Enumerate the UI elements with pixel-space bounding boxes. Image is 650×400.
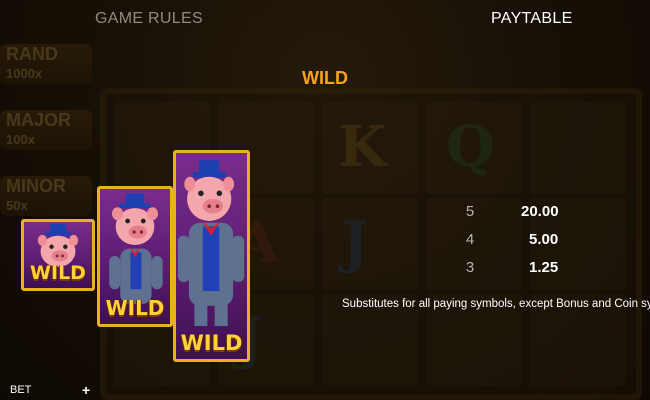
footer-bar: BET +	[0, 382, 650, 400]
pig-wild-large-icon	[177, 160, 245, 327]
pay-value: 1.25	[529, 259, 559, 276]
pay-count: 3	[465, 259, 475, 276]
wild-symbol-medium: WILD	[97, 186, 173, 327]
wild-symbol-large: WILD	[173, 150, 250, 362]
tab-game-rules[interactable]: GAME RULES	[95, 10, 203, 28]
wild-label: WILD	[180, 331, 243, 355]
section-title: WILD	[302, 68, 348, 88]
tab-paytable[interactable]: PAYTABLE	[491, 10, 573, 28]
pay-value: 20.00	[521, 203, 559, 220]
plus-icon[interactable]: +	[82, 382, 90, 398]
bet-label: BET	[10, 384, 32, 396]
wild-symbol-small: WILD	[21, 219, 95, 291]
pay-count: 4	[465, 231, 475, 248]
wild-label: WILD	[30, 262, 86, 284]
pay-value: 5.00	[529, 231, 559, 248]
pay-count: 5	[465, 203, 475, 220]
wild-label: WILD	[105, 296, 165, 320]
symbol-description: Substitutes for all paying symbols, exce…	[342, 298, 650, 310]
